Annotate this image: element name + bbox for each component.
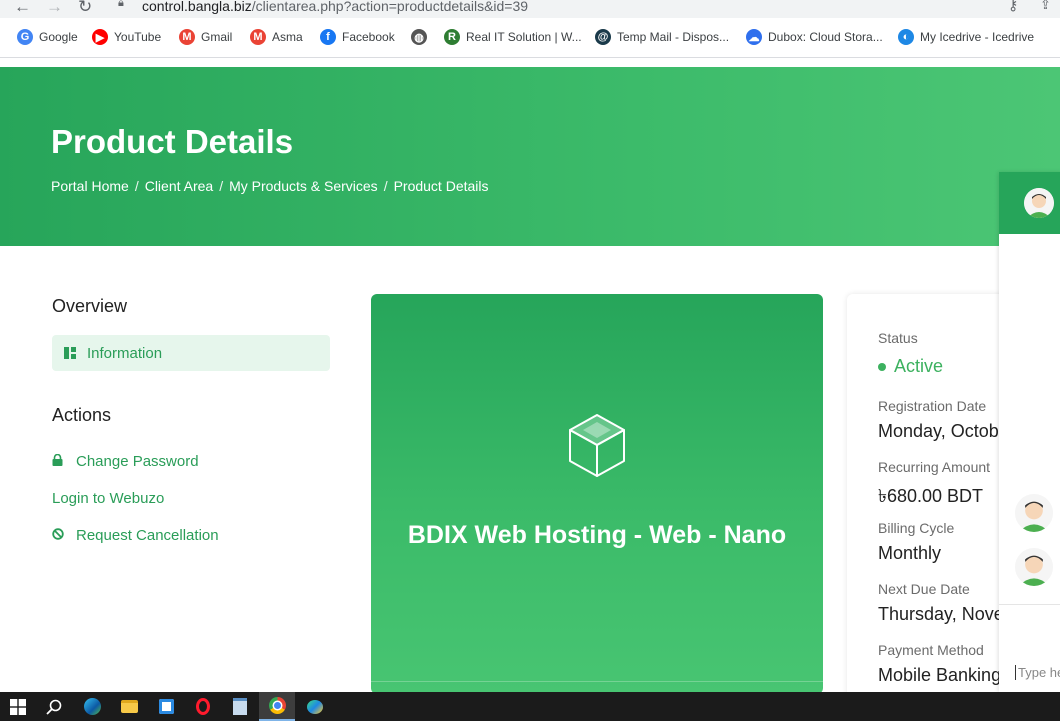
breadcrumb-portal-home[interactable]: Portal Home <box>51 178 129 194</box>
tempmail-icon: @ <box>595 29 611 45</box>
bookmark-item[interactable]: M Gmail <box>179 29 232 45</box>
bookmark-item[interactable]: G Google <box>17 29 78 45</box>
chat-message-input[interactable]: Type he <box>1015 665 1060 680</box>
app-icon[interactable] <box>297 692 333 721</box>
billing-cycle-value: Monthly <box>878 543 942 563</box>
bookmark-label: Temp Mail - Dispos... <box>617 30 730 44</box>
sidebar-item-information[interactable]: Information <box>52 335 330 371</box>
breadcrumb-separator: / <box>134 178 139 194</box>
bookmark-item[interactable]: ◐ My Icedrive - Icedrive <box>898 29 1034 45</box>
url-host: control.bangla.biz <box>142 0 252 14</box>
chat-header[interactable] <box>999 172 1060 234</box>
bookmark-label: Real IT Solution | W... <box>466 30 582 44</box>
bookmark-label: Facebook <box>342 30 395 44</box>
forward-icon[interactable]: → <box>46 0 63 17</box>
bookmark-label: Dubox: Cloud Stora... <box>768 30 883 44</box>
request-cancellation-link[interactable]: Request Cancellation <box>52 527 219 544</box>
next-due-date-value: Thursday, Nove <box>878 604 1004 624</box>
url-text[interactable]: control.bangla.biz/clientarea.php?action… <box>142 0 528 14</box>
status-label: Status <box>878 330 918 346</box>
bookmark-label: Google <box>39 30 78 44</box>
breadcrumb-separator: / <box>383 178 388 194</box>
search-icon[interactable] <box>36 692 72 721</box>
action-label: Request Cancellation <box>76 527 219 544</box>
product-card: BDIX Web Hosting - Web - Nano <box>371 294 823 694</box>
youtube-icon: ▶ <box>92 29 108 45</box>
login-to-webuzo-link[interactable]: Login to Webuzo <box>52 490 164 507</box>
gmail-icon: M <box>250 29 266 45</box>
page-title: Product Details <box>51 123 294 160</box>
recurring-amount-label: Recurring Amount <box>878 459 991 475</box>
registration-date-label: Registration Date <box>878 398 987 414</box>
next-due-date-label: Next Due Date <box>878 581 970 597</box>
page-header-banner: Product Details Portal Home / Client Are… <box>0 67 1060 246</box>
overview-heading: Overview <box>52 296 128 316</box>
action-label: Login to Webuzo <box>52 490 165 507</box>
back-icon[interactable]: ← <box>14 0 31 17</box>
cloud-icon: ☁ <box>746 29 762 45</box>
bookmark-item[interactable]: R Real IT Solution | W... <box>444 29 582 45</box>
recurring-amount-value: ৳680.00 BDT <box>878 486 984 506</box>
breadcrumb: Portal Home / Client Area / My Products … <box>51 178 489 194</box>
share-icon[interactable]: ⇪ <box>1040 0 1051 13</box>
lock-icon <box>52 453 76 469</box>
bookmark-item[interactable]: ☁ Dubox: Cloud Stora... <box>746 29 883 45</box>
realit-icon: R <box>444 29 460 45</box>
bookmark-label: YouTube <box>114 30 162 44</box>
reload-icon[interactable]: ↻ <box>78 0 92 17</box>
status-text: Active <box>894 356 944 376</box>
google-icon: G <box>17 29 33 45</box>
bookmark-item[interactable]: f Facebook <box>320 29 395 45</box>
bookmark-item[interactable]: @ Temp Mail - Dispos... <box>595 29 729 45</box>
key-icon[interactable]: ⚷ <box>1008 0 1018 14</box>
chat-widget[interactable]: Type he <box>999 172 1060 692</box>
breadcrumb-current: Product Details <box>393 178 489 194</box>
opera-icon[interactable] <box>185 692 221 721</box>
bookmarks-bar: G Google ▶ YouTube M Gmail M Asma f Facebook ◍ R Rea… <box>0 18 1060 58</box>
gmail-icon: M <box>179 29 195 45</box>
breadcrumb-client-area[interactable]: Client Area <box>145 178 213 194</box>
payment-method-value: Mobile Banking <box>878 665 1002 685</box>
sidebar-item-label: Information <box>87 345 163 362</box>
globe-icon: ◍ <box>411 29 427 45</box>
bookmark-item[interactable]: ◍ <box>411 29 433 45</box>
avatar <box>1015 494 1053 532</box>
breadcrumb-products-services[interactable]: My Products & Services <box>229 178 378 194</box>
windows-start-icon[interactable] <box>0 692 36 721</box>
dashboard-icon <box>64 347 76 359</box>
product-name: BDIX Web Hosting - Web - Nano <box>407 521 787 549</box>
change-password-link[interactable]: Change Password <box>52 453 199 470</box>
bookmark-label: Gmail <box>201 30 233 44</box>
icedrive-icon: ◐ <box>898 29 914 45</box>
windows-taskbar <box>0 692 1060 721</box>
lock-icon[interactable]: 🔒︎ <box>118 0 124 10</box>
ban-icon <box>52 528 76 543</box>
avatar <box>1015 548 1053 586</box>
file-explorer-icon[interactable] <box>111 692 147 721</box>
edge-icon[interactable] <box>74 692 110 721</box>
notepad-icon[interactable] <box>222 692 258 721</box>
url-path: /clientarea.php?action=productdetails&id… <box>251 0 529 14</box>
payment-method-label: Payment Method <box>878 642 984 658</box>
actions-heading: Actions <box>52 405 112 425</box>
registration-date-value: Monday, Octob <box>878 421 999 441</box>
store-icon[interactable] <box>148 692 184 721</box>
status-dot-icon <box>878 362 886 371</box>
bookmark-label: My Icedrive - Icedrive <box>920 30 1035 44</box>
status-badge: Active <box>878 356 943 377</box>
avatar <box>1024 188 1054 218</box>
bookmark-label: Asma <box>272 30 303 44</box>
billing-cycle-label: Billing Cycle <box>878 520 955 536</box>
action-label: Change Password <box>76 453 199 470</box>
browser-toolbar: ← → ↻ 🔒︎ control.bangla.biz/clientarea.p… <box>0 0 1060 18</box>
chat-input-area: Type he <box>999 604 1060 692</box>
bookmark-item[interactable]: M Asma <box>250 29 303 45</box>
breadcrumb-separator: / <box>219 178 224 194</box>
cube-icon <box>569 414 625 477</box>
chrome-icon[interactable] <box>259 692 295 721</box>
facebook-icon: f <box>320 29 336 45</box>
bookmark-item[interactable]: ▶ YouTube <box>92 29 161 45</box>
